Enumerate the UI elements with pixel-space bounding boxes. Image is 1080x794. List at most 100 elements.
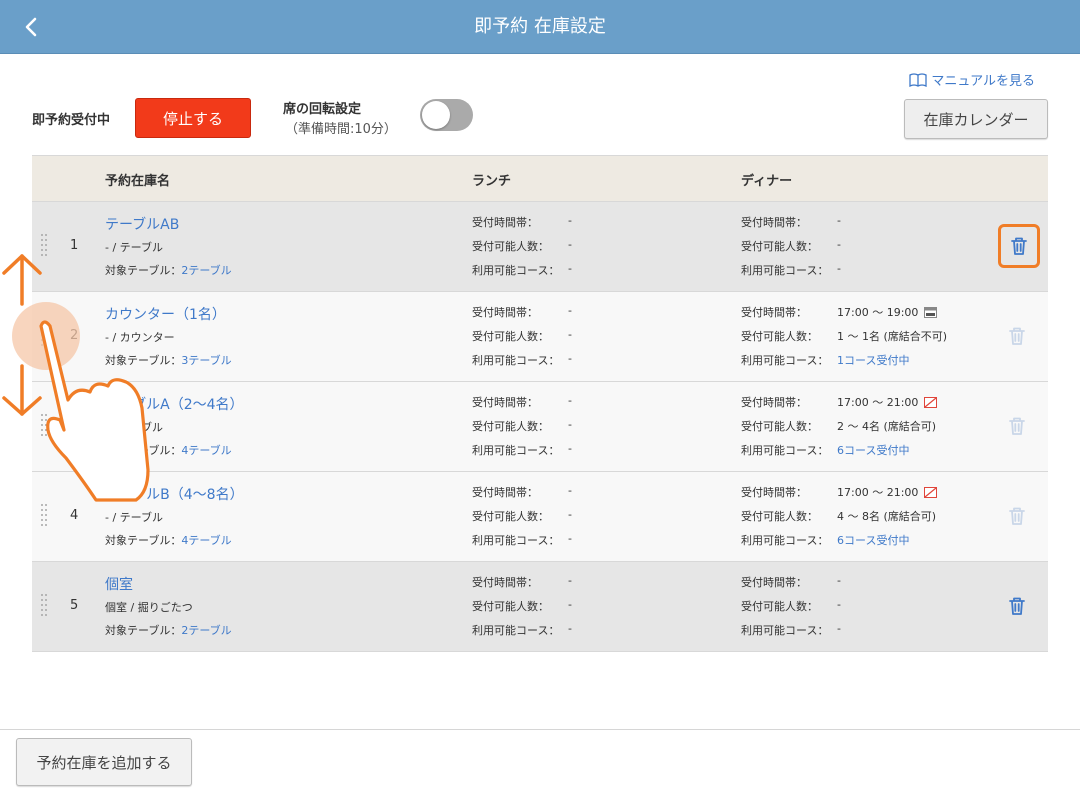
footer-divider [0, 729, 1080, 730]
target-tables-link[interactable]: 2テーブル [181, 624, 231, 637]
target-tables: 対象テーブル：2テーブル [105, 622, 232, 638]
table-row: 1 テーブルAB - / テーブル 対象テーブル：2テーブル 受付時間帯： - … [32, 202, 1048, 292]
target-tables: 対象テーブル：3テーブル [105, 352, 232, 368]
accepting-status-label: 即予約受付中 [32, 113, 111, 128]
lunch-people-label: 受付可能人数： [472, 240, 549, 253]
col-name-header: 予約在庫名 [105, 174, 171, 189]
lunch-course-label: 利用可能コース： [472, 264, 560, 277]
drag-handle-icon[interactable] [41, 504, 49, 528]
dinner-time-label: 受付時間帯： [741, 306, 807, 319]
dinner-course-value: - [837, 622, 841, 635]
inventory-name-link[interactable]: テーブルB（4〜8名） [105, 484, 244, 504]
table-row: 3 テーブルA（2〜4名） - / テーブル 対象テーブル：4テーブル 受付時間… [32, 382, 1048, 472]
dinner-course-label: 利用可能コース： [741, 264, 829, 277]
stop-button[interactable]: 停止する [135, 98, 251, 138]
lunch-course-label: 利用可能コース： [472, 444, 560, 457]
lunch-people-label: 受付可能人数： [472, 420, 549, 433]
drag-handle-icon[interactable] [41, 594, 49, 618]
col-dinner-header: ディナー [741, 174, 793, 189]
manual-link[interactable]: マニュアルを見る [909, 70, 1035, 89]
lunch-course-label: 利用可能コース： [472, 354, 560, 367]
rotation-toggle[interactable] [420, 99, 473, 131]
inventory-category: - / カウンター [105, 331, 175, 344]
schedule-icon [924, 487, 938, 498]
book-icon [909, 72, 928, 87]
dinner-time-value: 17:00 〜 21:00 [837, 396, 919, 409]
inventory-name-link[interactable]: テーブルA（2〜4名） [105, 394, 244, 414]
lunch-people-label: 受付可能人数： [472, 600, 549, 613]
dinner-time-field: - [837, 214, 841, 227]
dinner-time-field: - [837, 574, 841, 587]
target-tables-link[interactable]: 4テーブル [181, 534, 231, 547]
lunch-time-value: - [568, 214, 572, 227]
col-lunch-header: ランチ [472, 174, 512, 189]
lunch-course-value: - [568, 622, 572, 635]
lunch-people-label: 受付可能人数： [472, 330, 549, 343]
target-tables: 対象テーブル：4テーブル [105, 532, 232, 548]
dinner-course-field: 6コース受付中 [837, 532, 909, 548]
dinner-time-field: 17:00 〜 21:00 [837, 484, 938, 500]
dinner-course-label: 利用可能コース： [741, 624, 829, 637]
inventory-category: - / テーブル [105, 241, 164, 254]
lunch-time-label: 受付時間帯： [472, 576, 538, 589]
lunch-people-value: - [568, 238, 572, 251]
dinner-people-label: 受付可能人数： [741, 600, 818, 613]
dinner-people-value: 2 〜 4名 (席結合可) [837, 420, 937, 433]
rotation-prep-time: （準備時間:10分） [285, 122, 397, 137]
target-tables-label: 対象テーブル： [105, 354, 182, 367]
target-tables-link[interactable]: 3テーブル [181, 354, 231, 367]
dinner-time-field: 17:00 〜 19:00 [837, 304, 938, 320]
target-tables: 対象テーブル：2テーブル [105, 262, 232, 278]
drag-handle-icon[interactable] [41, 324, 49, 348]
page-title: 即予約 在庫設定 [474, 16, 606, 37]
row-number: 2 [70, 328, 79, 343]
dinner-course-link[interactable]: 6コース受付中 [837, 534, 909, 547]
lunch-people-value: - [568, 508, 572, 521]
target-tables-label: 対象テーブル： [105, 624, 182, 637]
dinner-course-link[interactable]: 1コース受付中 [837, 354, 909, 367]
delete-trash-icon[interactable] [1006, 505, 1028, 527]
dinner-time-value: - [837, 214, 841, 227]
lunch-course-value: - [568, 442, 572, 455]
lunch-course-label: 利用可能コース： [472, 624, 560, 637]
add-inventory-button[interactable]: 予約在庫を追加する [16, 738, 192, 786]
delete-trash-icon[interactable] [1006, 595, 1028, 617]
dinner-time-label: 受付時間帯： [741, 396, 807, 409]
dinner-course-link[interactable]: 6コース受付中 [837, 444, 909, 457]
drag-handle-icon[interactable] [41, 234, 49, 258]
dinner-time-label: 受付時間帯： [741, 216, 807, 229]
lunch-course-label: 利用可能コース： [472, 534, 560, 547]
delete-trash-icon[interactable] [1006, 415, 1028, 437]
dinner-time-label: 受付時間帯： [741, 576, 807, 589]
target-tables-label: 対象テーブル： [105, 534, 182, 547]
table-row: 5 個室 個室 / 掘りごたつ 対象テーブル：2テーブル 受付時間帯： - 受付… [32, 562, 1048, 652]
dinner-time-value: 17:00 〜 21:00 [837, 486, 919, 499]
lunch-people-value: - [568, 418, 572, 431]
target-tables-label: 対象テーブル： [105, 264, 182, 277]
dinner-time-field: 17:00 〜 21:00 [837, 394, 938, 410]
toggle-knob [422, 101, 450, 129]
row-number: 5 [70, 598, 79, 613]
lunch-time-value: - [568, 574, 572, 587]
dinner-course-field: - [837, 262, 841, 275]
inventory-calendar-button[interactable]: 在庫カレンダー [904, 99, 1048, 139]
dinner-people-value: - [837, 598, 841, 611]
delete-trash-icon[interactable] [1006, 325, 1028, 347]
inventory-name-link[interactable]: 個室 [105, 574, 133, 594]
delete-trash-icon[interactable] [998, 224, 1040, 268]
dinner-people-label: 受付可能人数： [741, 510, 818, 523]
dinner-course-label: 利用可能コース： [741, 534, 829, 547]
dinner-people-value: 4 〜 8名 (席結合可) [837, 510, 937, 523]
table-row: 2 カウンター（1名） - / カウンター 対象テーブル：3テーブル 受付時間帯… [32, 292, 1048, 382]
target-tables-link[interactable]: 2テーブル [181, 264, 231, 277]
target-tables-link[interactable]: 4テーブル [181, 444, 231, 457]
inventory-category: - / テーブル [105, 511, 164, 524]
row-number: 1 [70, 238, 79, 253]
dinner-people-label: 受付可能人数： [741, 240, 818, 253]
manual-link-label: マニュアルを見る [931, 74, 1035, 89]
inventory-name-link[interactable]: カウンター（1名） [105, 304, 226, 324]
inventory-name-link[interactable]: テーブルAB [105, 214, 179, 234]
row-number: 4 [70, 508, 79, 523]
drag-handle-icon[interactable] [41, 414, 49, 438]
app-header: 即予約 在庫設定 [0, 0, 1080, 54]
